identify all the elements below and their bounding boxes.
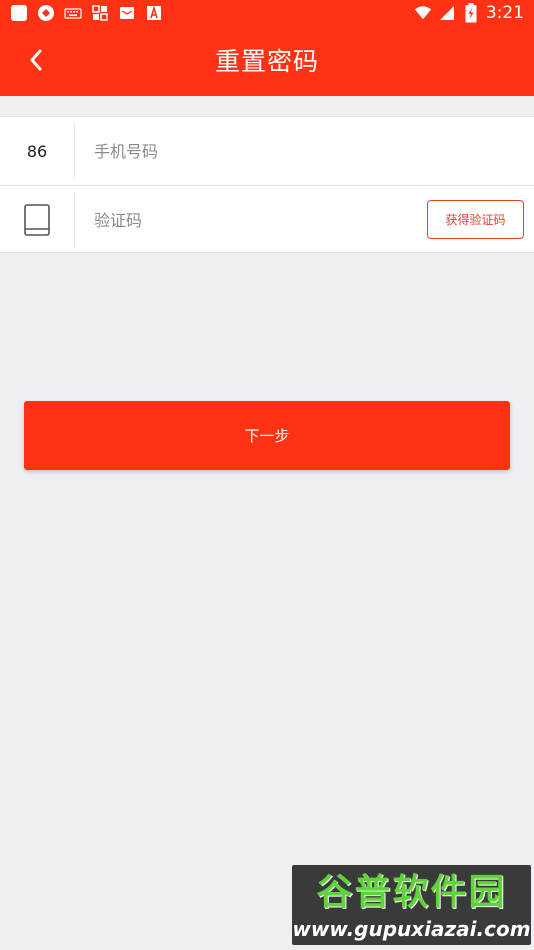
app-bar: 重置密码 [0,28,534,96]
watermark-title: 谷普软件园 [316,872,507,913]
status-bar: 3:21 [0,0,534,28]
status-time: 3:21 [485,3,524,23]
phone-number-input[interactable] [94,137,394,165]
wifi-icon [414,4,432,22]
next-step-button[interactable]: 下一步 [24,401,510,470]
get-code-button[interactable]: 获得验证码 [427,200,524,239]
shield-app-icon [37,4,55,22]
status-bar-system: 3:21 [414,2,524,24]
apps-icon [91,4,109,22]
status-bar-notifications [10,4,163,22]
keyboard-icon [64,4,82,22]
font-a-icon [145,4,163,22]
row-divider [74,192,75,248]
mail-icon [118,4,136,22]
signal-icon [438,4,456,22]
watermark-url: www.gupuxiazai.com [292,917,531,941]
reset-password-form: 86 获得验证码 [0,116,534,253]
verification-code-row: 获得验证码 [0,185,534,253]
battery-charging-icon [462,3,480,23]
row-divider [74,123,75,179]
square-icon [10,4,28,22]
watermark-logo: 谷普软件园 www.gupuxiazai.com [292,865,531,945]
page-title: 重置密码 [214,47,319,76]
verification-code-input[interactable] [94,206,394,234]
country-code[interactable]: 86 [0,117,74,185]
phone-row: 86 [0,117,534,185]
tablet-icon [0,186,74,254]
